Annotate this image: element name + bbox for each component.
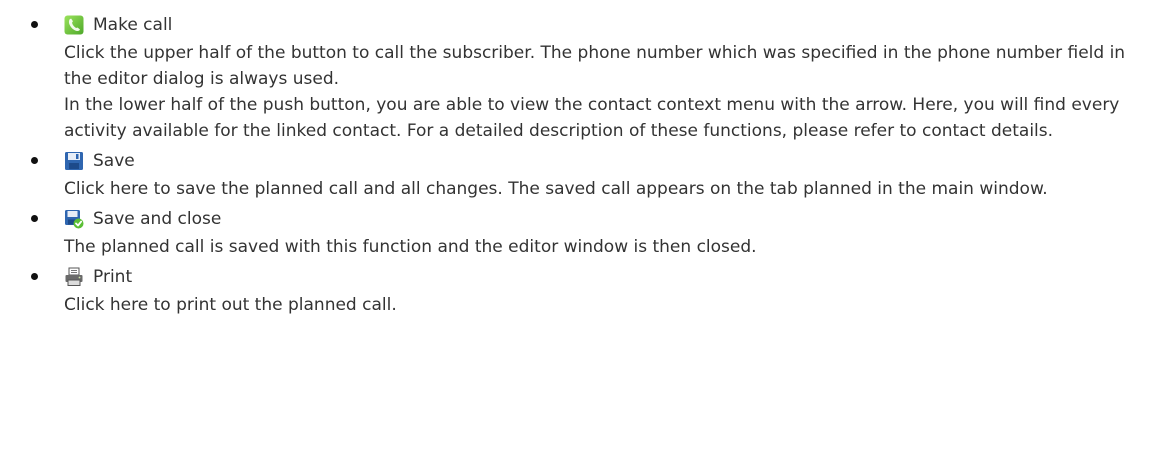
item-description: Click the upper half of the button to ca…: [64, 40, 1164, 144]
function-list: Make call Click the upper half of the bu…: [0, 10, 1164, 318]
item-heading: Make call: [64, 10, 1164, 40]
bullet: [31, 157, 38, 164]
item-title: Print: [93, 267, 133, 287]
description-paragraph: The planned call is saved with this func…: [64, 237, 757, 257]
bullet: [31, 21, 38, 28]
item-heading: Save and close: [64, 204, 1164, 234]
description-paragraph: Click here to save the planned call and …: [64, 179, 1048, 199]
phone-handset-icon: [64, 15, 84, 35]
item-description: Click here to save the planned call and …: [64, 176, 1164, 202]
printer-icon: [64, 267, 84, 287]
list-item-print: Print Click here to print out the planne…: [0, 262, 1164, 318]
list-item-save-and-close: Save and close The planned call is saved…: [0, 204, 1164, 260]
list-item-save: Save Click here to save the planned call…: [0, 146, 1164, 202]
item-description: The planned call is saved with this func…: [64, 234, 1164, 260]
floppy-disk-icon: [64, 151, 84, 171]
item-title: Make call: [93, 15, 173, 35]
item-description: Click here to print out the planned call…: [64, 292, 1164, 318]
description-paragraph: In the lower half of the push button, yo…: [64, 95, 1120, 141]
item-title: Save and close: [93, 209, 222, 229]
item-heading: Print: [64, 262, 1164, 292]
save-and-close-icon: [64, 209, 84, 229]
bullet: [31, 273, 38, 280]
bullet: [31, 215, 38, 222]
description-paragraph: Click here to print out the planned call…: [64, 295, 397, 315]
item-heading: Save: [64, 146, 1164, 176]
item-title: Save: [93, 151, 135, 171]
list-item-make-call: Make call Click the upper half of the bu…: [0, 10, 1164, 144]
description-paragraph: Click the upper half of the button to ca…: [64, 43, 1126, 89]
